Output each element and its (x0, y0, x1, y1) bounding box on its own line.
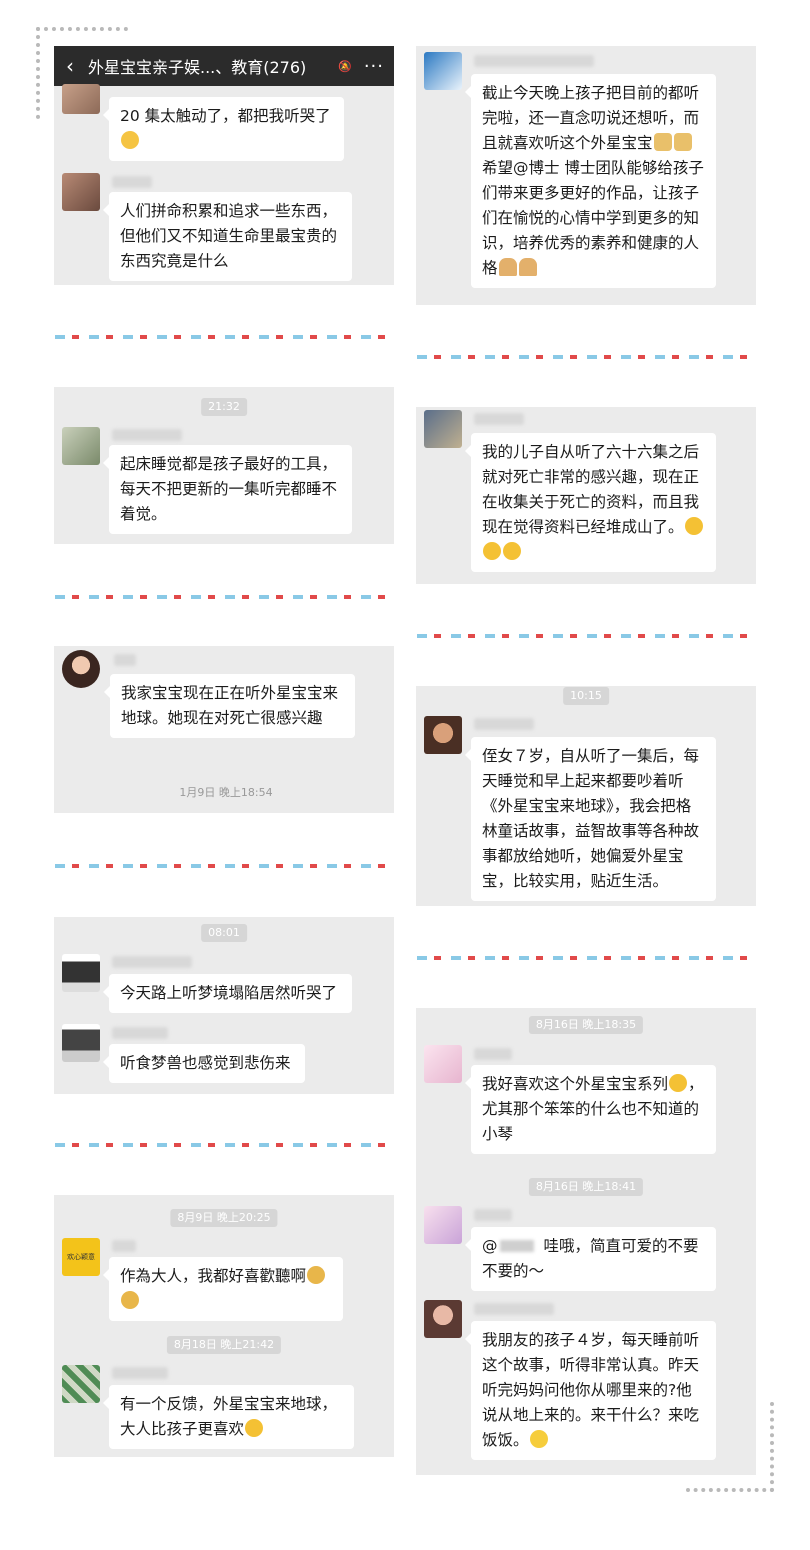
dotted-separator (55, 864, 393, 868)
sender-name-blurred (474, 55, 594, 67)
back-icon[interactable]: ‹ (66, 54, 88, 78)
message-text: 我家宝宝现在正在听外星宝宝来地球。她现在对死亡很感兴趣 (121, 684, 339, 727)
message-text: 我好喜欢这个外星宝宝系列 (482, 1075, 669, 1093)
smiling-face-icon (529, 1430, 548, 1448)
avatar[interactable] (62, 650, 100, 688)
avatar[interactable] (424, 1045, 462, 1083)
praying-hands-icon (518, 258, 537, 276)
message-text: 我朋友的孩子４岁，每天睡前听这个故事，听得非常认真。昨天听完妈妈问他你从哪里来的… (482, 1331, 700, 1449)
avatar[interactable] (62, 954, 100, 992)
avatar[interactable] (62, 427, 100, 465)
message-text: 作為大人，我都好喜歡聽啊 (120, 1267, 307, 1285)
dotted-separator (417, 355, 755, 359)
message-bubble: 截止今天晚上孩子把目前的都听完啦，还一直念叨说还想听，而且就喜欢听这个外星宝宝希… (465, 74, 716, 288)
heart-eyes-icon (245, 1419, 264, 1437)
sent-time: 1月9日 晚上18:54 (179, 786, 273, 799)
timestamp: 8月9日 晚上20:25 (170, 1209, 278, 1227)
thinking-face-icon (503, 542, 521, 560)
timestamp: 10:15 (563, 687, 609, 705)
chat-header: ‹ 外星宝宝亲子娱...、教育(276) 🔕 ··· (54, 46, 394, 86)
sender-name-blurred (112, 1367, 168, 1379)
timestamp: 08:01 (201, 924, 247, 942)
sender-name-blurred (474, 718, 534, 730)
avatar[interactable] (62, 173, 100, 211)
message-bubble: 我好喜欢这个外星宝宝系列 ，尤其那个笨笨的什么也不知道的小琴 (465, 1065, 716, 1154)
message-bubble: 我朋友的孩子４岁，每天睡前听这个故事，听得非常认真。昨天听完妈妈问他你从哪里来的… (465, 1321, 716, 1460)
avatar[interactable] (424, 1300, 462, 1338)
message-text: 听食梦兽也感觉到悲伤来 (120, 1054, 291, 1072)
timestamp: 21:32 (201, 398, 247, 416)
avatar[interactable] (424, 52, 462, 90)
message-bubble: 有一个反馈，外星宝宝来地球，大人比孩子更喜欢 (103, 1385, 354, 1449)
sender-name-blurred (112, 1027, 168, 1039)
timestamp: 8月16日 晚上18:41 (528, 1178, 644, 1196)
crying-face-icon (121, 131, 139, 149)
sender-name-blurred (474, 1048, 512, 1060)
timestamp: 8月16日 晚上18:35 (528, 1016, 644, 1034)
thinking-face-icon (684, 517, 703, 535)
dotted-separator (55, 335, 393, 339)
message-text: 侄女７岁，自从听了一集后，每天睡觉和早上起来都要吵着听《外星宝宝来地球》，我会把… (482, 747, 700, 890)
thinking-face-icon (483, 542, 501, 560)
chat-screenshot-left-2: 21:32 起床睡觉都是孩子最好的工具，每天不把更新的一集听完都睡不着觉。 (54, 387, 394, 544)
chat-title: 外星宝宝亲子娱...、教育(276) (88, 58, 307, 77)
message-bubble: 作為大人，我都好喜歡聽啊 (103, 1257, 343, 1321)
laughing-crying-icon (121, 1291, 139, 1309)
message-text: 20 集太触动了，都把我听哭了 (120, 107, 331, 125)
dotted-separator (55, 1143, 393, 1147)
sender-name-blurred (474, 413, 524, 425)
chat-screenshot-right-1: 截止今天晚上孩子把目前的都听完啦，还一直念叨说还想听，而且就喜欢听这个外星宝宝希… (416, 46, 756, 305)
message-bubble: 20 集太触动了，都把我听哭了 (103, 97, 344, 161)
avatar[interactable] (62, 1024, 100, 1062)
message-text: 我的儿子自从听了六十六集之后就对死亡非常的感兴趣，现在正在收集关于死亡的资料，而… (482, 443, 700, 536)
sender-name-blurred (112, 956, 192, 968)
message-text: 今天路上听梦境塌陷居然听哭了 (120, 984, 338, 1002)
sender-name-blurred (112, 176, 152, 188)
message-bubble: 侄女７岁，自从听了一集后，每天睡觉和早上起来都要吵着听《外星宝宝来地球》，我会把… (465, 737, 716, 901)
avatar[interactable] (424, 716, 462, 754)
avatar[interactable] (424, 410, 462, 448)
message-text: 希望@博士 博士团队能够给孩子们带来更多更好的作品，让孩子们在愉悦的心情中学到更… (482, 159, 704, 277)
chat-screenshot-left-4: 08:01 今天路上听梦境塌陷居然听哭了 听食梦兽也感觉到悲伤来 (54, 917, 394, 1094)
sender-name-blurred (112, 1240, 136, 1252)
sender-name-blurred (474, 1303, 554, 1315)
praying-hands-icon (498, 258, 517, 276)
message-bubble: 人们拼命积累和追求一些东西，但他们又不知道生命里最宝贵的东西究竟是什么 (103, 192, 352, 281)
message-bubble: @ 哇哦，简直可爱的不要不要的～ (465, 1227, 716, 1291)
message-bubble: 今天路上听梦境塌陷居然听哭了 (103, 974, 352, 1013)
avatar[interactable] (424, 1206, 462, 1244)
chat-screenshot-left-5: 8月9日 晚上20:25 欢心颖意 作為大人，我都好喜歡聽啊 8月18日 晚上2… (54, 1195, 394, 1457)
sender-name-blurred (474, 1209, 512, 1221)
message-bubble: 听食梦兽也感觉到悲伤来 (103, 1044, 305, 1083)
chat-screenshot-right-4: 8月16日 晚上18:35 我好喜欢这个外星宝宝系列 ，尤其那个笨笨的什么也不知道… (416, 1008, 756, 1475)
dotted-separator (417, 634, 755, 638)
chat-screenshot-right-3: 10:15 侄女７岁，自从听了一集后，每天睡觉和早上起来都要吵着听《外星宝宝来地… (416, 686, 756, 906)
message-bubble: 我家宝宝现在正在听外星宝宝来地球。她现在对死亡很感兴趣 (104, 674, 355, 738)
dotted-separator (55, 595, 393, 599)
more-options-icon[interactable]: ··· (364, 56, 384, 77)
message-bubble: 我的儿子自从听了六十六集之后就对死亡非常的感兴趣，现在正在收集关于死亡的资料，而… (465, 433, 716, 572)
avatar[interactable]: 欢心颖意 (62, 1238, 100, 1276)
message-text: 有一个反馈，外星宝宝来地球，大人比孩子更喜欢 (120, 1395, 338, 1438)
laughing-crying-icon (307, 1266, 326, 1284)
chat-screenshot-right-2: 我的儿子自从听了六十六集之后就对死亡非常的感兴趣，现在正在收集关于死亡的资料，而… (416, 407, 756, 584)
message-text: 起床睡觉都是孩子最好的工具，每天不把更新的一集听完都睡不着觉。 (120, 455, 338, 523)
avatar[interactable] (62, 84, 100, 114)
timestamp: 8月18日 晚上21:42 (166, 1336, 282, 1354)
sender-name-blurred (114, 654, 136, 666)
message-bubble: 起床睡觉都是孩子最好的工具，每天不把更新的一集听完都睡不着觉。 (103, 445, 352, 534)
thumbs-up-icon (653, 133, 672, 151)
mention-prefix: @ (482, 1237, 498, 1255)
message-text: 人们拼命积累和追求一些东西，但他们又不知道生命里最宝贵的东西究竟是什么 (120, 202, 338, 270)
chat-screenshot-left-3: 我家宝宝现在正在听外星宝宝来地球。她现在对死亡很感兴趣 1月9日 晚上18:54 (54, 646, 394, 813)
mention-name-blurred (499, 1240, 534, 1252)
thinking-face-icon (669, 1074, 688, 1092)
chat-screenshot-left-1: ‹ 外星宝宝亲子娱...、教育(276) 🔕 ··· 20 集太触动了，都把我听… (54, 46, 394, 285)
mute-bell-icon: 🔕 (338, 59, 352, 73)
sender-name-blurred (112, 429, 182, 441)
dotted-separator (417, 956, 755, 960)
thumbs-up-icon (673, 133, 692, 151)
avatar[interactable] (62, 1365, 100, 1403)
